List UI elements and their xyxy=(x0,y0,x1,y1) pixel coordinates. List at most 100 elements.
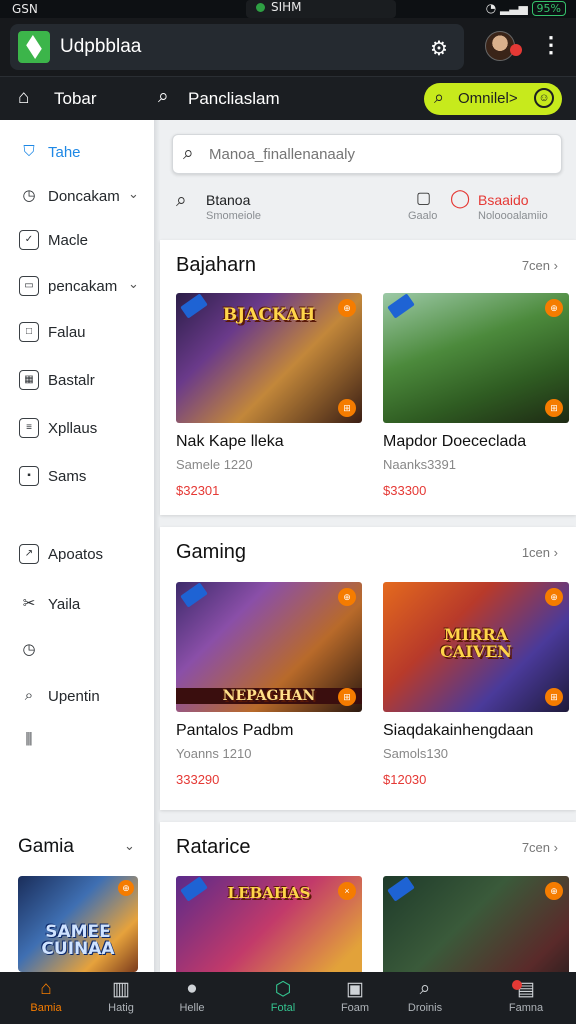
sword-icon xyxy=(180,582,208,608)
sidebar-section-title[interactable]: Gamia xyxy=(18,836,74,858)
sidebar-item-label: Upentin xyxy=(48,688,100,705)
chevron-down-icon: ⌄ xyxy=(128,276,139,291)
sidebar-item-label: Macle xyxy=(48,232,89,249)
chat-icon[interactable]: ◯ xyxy=(450,188,470,209)
cover-art-text: BJACKAH xyxy=(222,305,316,325)
search-icon[interactable]: ⌕ xyxy=(176,190,187,212)
bottom-nav-item-6[interactable]: ▤ Famna xyxy=(494,972,558,1024)
sidebar-item-9[interactable]: ✂ Yaila xyxy=(0,584,154,624)
chevron-right-icon: › xyxy=(553,258,558,273)
sidebar-item-label: Falau xyxy=(48,324,86,341)
game-price: 333290 xyxy=(176,772,220,787)
bottom-nav-item-3[interactable]: ⬡ Fotal xyxy=(251,972,315,1024)
sidebar-item-3[interactable]: ▭ pencakam ⌄ xyxy=(0,266,154,306)
chevron-right-icon: › xyxy=(553,840,558,855)
badge-icon: ⊕ xyxy=(338,299,356,317)
search-icon[interactable]: ⌕ xyxy=(158,86,169,108)
bottom-nav: ⌂ Bamia ▥ Hatig ● Helle ⬡ Fotal ▣ Foam ⌕… xyxy=(0,972,576,1024)
nav-search-label[interactable]: Pancliaslam xyxy=(188,89,280,109)
search-bar[interactable]: ⌕ xyxy=(172,134,562,174)
section-title: Gaming xyxy=(176,541,247,563)
game-card[interactable]: LEBAHAS × xyxy=(176,876,362,972)
section-card: Gaming 1cen › NEPAGHAN ⊕ ⊞ Pantalos Padb… xyxy=(160,527,576,810)
tag-icon: ⛉ xyxy=(23,143,35,160)
chevron-down-icon: ⌄ xyxy=(128,186,139,201)
search-input[interactable] xyxy=(209,143,549,165)
game-card[interactable]: ⊕ ⊞ Mapdor Doececlada Naanks3391 $33300 xyxy=(383,293,569,513)
bottom-nav-item-1[interactable]: ▥ Hatig xyxy=(89,972,153,1024)
status-dot-icon xyxy=(256,3,265,12)
compass-icon: ⬡ xyxy=(274,979,292,1000)
sidebar-item-6[interactable]: ≡ Xpllaus xyxy=(0,408,154,448)
carrier-label: SIHM xyxy=(271,0,302,14)
clock-icon: ◷ xyxy=(22,187,36,204)
section-more-link[interactable]: 7cen › xyxy=(522,258,558,273)
section-more-link[interactable]: 7cen › xyxy=(522,840,558,855)
game-card[interactable]: BJACKAH ⊕ ⊞ Nak Kape lleka Samele 1220 $… xyxy=(176,293,362,513)
document-icon[interactable]: ▢ xyxy=(416,188,431,208)
filter-right-title[interactable]: Bsaaido xyxy=(478,192,529,208)
sidebar-item-2[interactable]: ✓ Macle xyxy=(0,220,154,260)
section-card: Bajaharn 7cen › BJACKAH ⊕ ⊞ Nak Kape lle… xyxy=(160,240,576,515)
sidebar-item-11[interactable]: ⌕ Upentin xyxy=(0,676,154,716)
bottom-nav-item-0[interactable]: ⌂ Bamia xyxy=(14,972,78,1024)
filter-row: ⌕ Btanoa Smomeiole ▢ Gaalo ◯ Bsaaido Nol… xyxy=(172,186,564,230)
sidebar-item-12[interactable]: ⫼ xyxy=(0,720,154,760)
filter-left-title[interactable]: Btanoa xyxy=(206,192,250,208)
sidebar-game-thumbnail[interactable]: ⊕ SAMEE CUINAA xyxy=(18,876,138,972)
sidebar-item-label: Apoatos xyxy=(48,546,104,563)
list-icon: ≡ xyxy=(19,418,39,438)
bottom-nav-label: Famna xyxy=(508,1002,544,1014)
notification-badge xyxy=(512,980,522,990)
sidebar-item-8[interactable]: ↗ Apoatos xyxy=(0,534,154,574)
game-title: Nak Kape lleka xyxy=(176,433,284,450)
section-more-link[interactable]: 1cen › xyxy=(522,545,558,560)
sidebar-item-label: pencakam xyxy=(48,278,118,295)
section-more-label: 7cen xyxy=(521,840,551,855)
sword-icon xyxy=(387,876,415,902)
sidebar-item-1[interactable]: ◷ Doncakam ⌄ xyxy=(0,176,154,216)
game-card[interactable]: ⊕ xyxy=(383,876,569,972)
status-left-text: GSN xyxy=(12,2,38,16)
cover-art-text: NEPAGHAN xyxy=(176,688,362,704)
bottom-nav-item-5[interactable]: ⌕ Droinis xyxy=(393,972,457,1024)
game-subtitle: Samols130 xyxy=(383,746,449,761)
download-button[interactable]: ⌕ Omnilel> ☺ xyxy=(424,83,562,115)
settings-icon[interactable]: ⚙ xyxy=(430,36,448,61)
cover-art-text: MIRRA CAIVEN xyxy=(440,625,512,661)
sidebar-item-0[interactable]: ⛉ Tahe xyxy=(0,132,154,172)
filter-left-sub: Smomeiole xyxy=(206,210,262,222)
close-icon: × xyxy=(338,882,356,900)
layout-icon: ▣ xyxy=(346,979,364,1000)
game-title: Mapdor Doececlada xyxy=(383,433,527,450)
game-card[interactable]: MIRRA CAIVEN ⊕ ⊞ Siaqdakainhengdaan Samo… xyxy=(383,582,569,802)
filter-right-sub: Noloooalamiio xyxy=(478,210,548,222)
top-nav: ⌂ Tobar ⌕ Pancliaslam ⌕ Omnilel> ☺ xyxy=(0,76,576,120)
sidebar-item-5[interactable]: ▦ Bastalr xyxy=(0,360,154,400)
window-icon: ▭ xyxy=(19,276,39,296)
bottom-nav-item-2[interactable]: ● Helle xyxy=(160,972,224,1024)
game-card[interactable]: NEPAGHAN ⊕ ⊞ Pantalos Padbm Yoanns 1210 … xyxy=(176,582,362,802)
bottom-nav-label: Helle xyxy=(179,1002,205,1014)
tools-icon: ✂ xyxy=(22,595,36,612)
badge-icon: ⊕ xyxy=(545,588,563,606)
sidebar-item-7[interactable]: ▪ Sams xyxy=(0,456,154,496)
status-bar: GSN SIHM ◔ ▂▃▅ 95% xyxy=(0,0,576,18)
nav-home-label[interactable]: Tobar xyxy=(54,89,97,109)
sidebar-item-4[interactable]: □ Falau xyxy=(0,312,154,352)
badge-icon: ⊕ xyxy=(545,299,563,317)
bottom-nav-item-4[interactable]: ▣ Foam xyxy=(323,972,387,1024)
game-title: Siaqdakainhengdaan xyxy=(383,722,534,739)
battery-indicator: 95% xyxy=(531,1,566,16)
home-icon[interactable]: ⌂ xyxy=(18,87,29,109)
badge-icon: ⊕ xyxy=(118,880,134,896)
more-vertical-icon[interactable]: ⋮ xyxy=(540,32,562,58)
sidebar-item-label: Tahe xyxy=(48,144,81,161)
game-cover-image: ⊕ ⊞ xyxy=(383,293,569,423)
sidebar-item-10[interactable]: ◷ xyxy=(0,630,154,670)
app-logo-icon[interactable] xyxy=(18,31,50,63)
chevron-down-icon[interactable]: ⌄ xyxy=(124,838,135,854)
section-more-label: 1cen xyxy=(521,545,551,560)
sidebar-item-label: Sams xyxy=(48,468,87,485)
game-price: $33300 xyxy=(383,483,427,498)
